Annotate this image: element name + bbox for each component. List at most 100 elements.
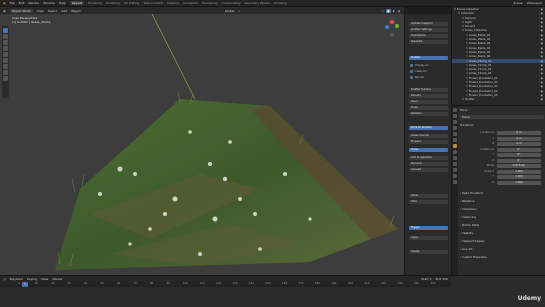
tab-sculpting[interactable]: Sculpting	[106, 1, 120, 5]
constraints-tab-icon[interactable]	[453, 168, 457, 172]
frame-start-field[interactable]: Start 1	[421, 277, 431, 281]
tab-shading[interactable]: Shading	[167, 1, 179, 5]
outliner-row[interactable]: ▽ Scatter ◉	[452, 97, 545, 101]
add-to-selection-button[interactable]: Add to Selection	[409, 156, 448, 160]
zoom-icon[interactable]	[390, 33, 394, 37]
tab-animation[interactable]: Animation	[183, 1, 198, 5]
populate-button[interactable]: Populate	[409, 40, 448, 44]
tab-rendering[interactable]: Rendering	[202, 1, 217, 5]
collapsed-section[interactable]: › Delta Transform	[460, 191, 544, 195]
snap-icon[interactable]: ⌖	[238, 9, 240, 13]
toggle-display-as[interactable]: Display As	[415, 64, 429, 67]
view-layer-selector[interactable]: ViewLayer	[527, 1, 542, 5]
checkbox-viewport[interactable]	[410, 70, 413, 73]
menu-view[interactable]: View	[37, 9, 44, 13]
object-tab-icon[interactable]	[453, 144, 457, 148]
collapsed-section[interactable]: › Visibility	[460, 231, 544, 235]
tab-uv-editing[interactable]: UV Editing	[124, 1, 140, 5]
tab-layout[interactable]: Layout	[69, 1, 85, 5]
material-tab-icon[interactable]	[453, 180, 457, 184]
show-button[interactable]: Show	[409, 194, 448, 198]
collapsed-section[interactable]: › Instancing	[460, 215, 544, 219]
tab-modeling[interactable]: Modeling	[88, 1, 102, 5]
add-cube-tool-icon[interactable]	[3, 76, 8, 81]
data-tab-icon[interactable]	[453, 174, 457, 178]
checkbox-display-as[interactable]	[410, 64, 413, 67]
menu-select[interactable]: Select	[48, 9, 57, 13]
grass-clumps-button[interactable]: Grass Clumps	[409, 134, 448, 138]
point-to-surface-button[interactable]: Point to Surface	[409, 126, 448, 130]
property-value-field[interactable]: 1.000	[497, 169, 541, 174]
timeline-editor-icon[interactable]: ◷	[3, 277, 6, 281]
collapsed-section[interactable]: › Collections	[460, 207, 544, 211]
toggle-button[interactable]: Toggle	[409, 226, 448, 230]
collapsed-section[interactable]: › Custom Properties	[460, 255, 544, 259]
rendered-shading-icon[interactable]: ◑	[397, 9, 400, 13]
scale-tool-icon[interactable]	[3, 52, 8, 57]
render-tab-icon[interactable]	[453, 114, 457, 118]
grass-highlight[interactable]: Grass	[409, 148, 448, 152]
timeline-ruler[interactable]: 0 10 20 30 40 50 60 70 80 90 100 110 120 130 140 150 160…	[0, 282, 451, 287]
delete-button[interactable]: Delete	[409, 250, 448, 254]
collapsed-section[interactable]: › Line Art	[460, 247, 544, 251]
select-tool-icon[interactable]	[3, 28, 8, 33]
remove-button[interactable]: Remove	[409, 162, 448, 166]
flowers-button[interactable]: Flowers	[409, 140, 448, 144]
transform-orientation[interactable]: Global	[225, 9, 235, 13]
editor-type-icon[interactable]: ▣	[3, 9, 6, 13]
modifier-tab-icon[interactable]	[453, 150, 457, 154]
tab-compositing[interactable]: Compositing	[222, 1, 241, 5]
property-value-field[interactable]: XYZ Euler	[497, 164, 541, 168]
transform-tool-icon[interactable]	[3, 58, 8, 63]
menu-add[interactable]: Add	[61, 9, 67, 13]
property-value-field[interactable]: 0°	[497, 147, 541, 152]
menu-help[interactable]: Help	[59, 1, 66, 5]
collapsed-section[interactable]: › Motion Paths	[460, 223, 544, 227]
blender-logo-icon[interactable]: ◉	[3, 1, 6, 5]
property-value-field[interactable]: 0°	[497, 158, 541, 163]
option-rotation[interactable]: Rotation	[409, 112, 448, 116]
toggle-viewport[interactable]: Viewport	[415, 70, 426, 73]
output-tab-icon[interactable]	[453, 120, 457, 124]
convert-button[interactable]: Convert	[409, 168, 448, 172]
option-scale[interactable]: Scale	[409, 106, 448, 110]
scatter-header[interactable]: Scatter	[409, 56, 448, 60]
toggle-render[interactable]: Render	[415, 76, 424, 79]
property-value-field[interactable]: 0 m	[497, 136, 541, 141]
property-value-field[interactable]: 0 m	[497, 131, 541, 135]
tab-scripting[interactable]: Scripting	[274, 1, 287, 5]
property-value-field[interactable]: 1.000	[497, 175, 541, 179]
tool-tab-icon[interactable]	[453, 108, 457, 112]
x-axis-icon[interactable]	[389, 19, 395, 25]
property-value-field[interactable]: 1.000	[497, 180, 541, 185]
visibility-eye-icon[interactable]: ◉	[541, 97, 543, 101]
move-tool-icon[interactable]	[3, 40, 8, 45]
view-layer-tab-icon[interactable]	[453, 126, 457, 130]
update-viewport-button[interactable]: Update Viewport	[409, 22, 448, 26]
scene-tab-icon[interactable]	[453, 132, 457, 136]
hide-button[interactable]: Hide	[409, 200, 448, 204]
scene-selector[interactable]: Scene	[513, 1, 522, 5]
measure-tool-icon[interactable]	[3, 70, 8, 75]
y-axis-icon[interactable]	[395, 24, 399, 28]
annotate-tool-icon[interactable]	[3, 64, 8, 69]
wireframe-shading-icon[interactable]: ○	[382, 9, 385, 13]
menu-object[interactable]: Object	[71, 9, 81, 13]
collapsed-section[interactable]: › Viewport Display	[460, 239, 544, 243]
apply-button[interactable]: Apply	[409, 236, 448, 240]
distribution-button[interactable]: Distribution	[409, 34, 448, 38]
physics-tab-icon[interactable]	[453, 162, 457, 166]
transform-section[interactable]: Transform	[460, 123, 544, 127]
scatter-settings-button[interactable]: Scatter Settings	[409, 28, 448, 32]
3d-viewport[interactable]: User Perspective (1) Scatter | Grass_Clu…	[0, 14, 404, 275]
menu-playback[interactable]: Playback	[10, 277, 23, 281]
property-value-field[interactable]: 0°	[497, 153, 541, 157]
menu-view[interactable]: View	[41, 277, 48, 281]
solid-shading-icon[interactable]: ●	[386, 8, 391, 13]
current-frame-indicator[interactable]: 1	[22, 282, 28, 287]
tab-texture-paint[interactable]: Texture Paint	[143, 1, 162, 5]
frame-end-field[interactable]: End 250	[436, 277, 448, 281]
material-shading-icon[interactable]: ◐	[393, 9, 396, 13]
option-scatter-surface[interactable]: Scatter Surface	[409, 88, 448, 92]
navigation-gizmo[interactable]	[383, 16, 401, 38]
